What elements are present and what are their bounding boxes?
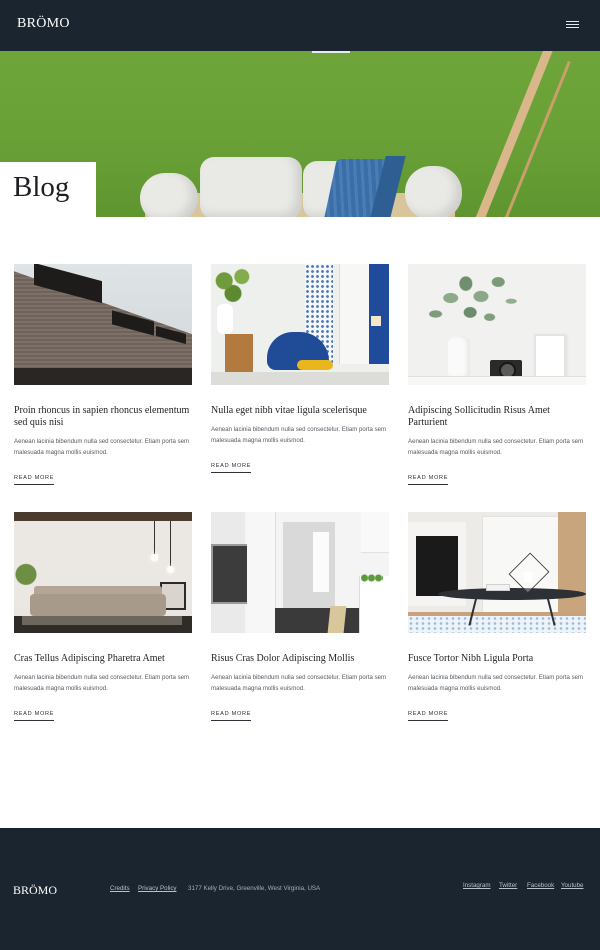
post-thumbnail-image[interactable]	[211, 264, 389, 385]
read-more-link[interactable]: READ MORE	[211, 711, 252, 721]
post-thumbnail-image[interactable]	[14, 512, 192, 633]
post-title[interactable]: Fusce Tortor Nibh Ligula Porta	[408, 653, 586, 665]
hamburger-menu-icon[interactable]	[566, 18, 582, 32]
footer-address: 3177 Kelly Drive, Greenville, West Virgi…	[188, 885, 321, 892]
post-title[interactable]: Proin rhoncus in sapien rhoncus elementu…	[14, 405, 192, 429]
footer-link-privacy-policy[interactable]: Privacy Policy	[138, 885, 177, 892]
footer-social-youtube[interactable]: Youtube	[561, 882, 583, 889]
post-thumbnail-image[interactable]	[408, 512, 586, 633]
post-title[interactable]: Cras Tellus Adipiscing Pharetra Amet	[14, 653, 192, 665]
post-thumbnail-image[interactable]	[211, 512, 389, 633]
post-title[interactable]: Risus Cras Dolor Adipiscing Mollis	[211, 653, 389, 665]
footer-brand-logo[interactable]: BRÖMO	[13, 883, 57, 898]
post-excerpt: Aenean lacinia bibendum nulla sed consec…	[211, 674, 387, 692]
read-more-link[interactable]: READ MORE	[14, 711, 55, 721]
top-navigation-bar: BRÖMO	[0, 0, 600, 51]
post-excerpt: Aenean lacinia bibendum nulla sed consec…	[211, 426, 387, 444]
footer-social-facebook[interactable]: Facebook	[527, 882, 554, 889]
site-footer: BRÖMO Credits Privacy Policy 3177 Kelly …	[0, 828, 600, 950]
post-excerpt: Aenean lacinia bibendum nulla sed consec…	[408, 438, 584, 456]
footer-social-twitter[interactable]: Twitter	[499, 882, 517, 889]
read-more-link[interactable]: READ MORE	[14, 475, 55, 485]
read-more-link[interactable]: READ MORE	[408, 475, 449, 485]
post-excerpt: Aenean lacinia bibendum nulla sed consec…	[14, 674, 190, 692]
page-title: Blog	[13, 171, 70, 203]
page-title-box: Blog	[0, 162, 96, 218]
footer-link-credits[interactable]: Credits	[110, 885, 130, 892]
post-excerpt: Aenean lacinia bibendum nulla sed consec…	[14, 438, 190, 456]
post-excerpt: Aenean lacinia bibendum nulla sed consec…	[408, 674, 584, 692]
post-title[interactable]: Nulla eget nibh vitae ligula scelerisque	[211, 405, 389, 417]
post-thumbnail-image[interactable]	[408, 264, 586, 385]
read-more-link[interactable]: READ MORE	[408, 711, 449, 721]
post-thumbnail-image[interactable]	[14, 264, 192, 385]
read-more-link[interactable]: READ MORE	[211, 463, 252, 473]
footer-social-instagram[interactable]: Instagram	[463, 882, 491, 889]
post-title[interactable]: Adipiscing Sollicitudin Risus Amet Partu…	[408, 405, 586, 429]
brand-logo[interactable]: BRÖMO	[17, 16, 70, 32]
